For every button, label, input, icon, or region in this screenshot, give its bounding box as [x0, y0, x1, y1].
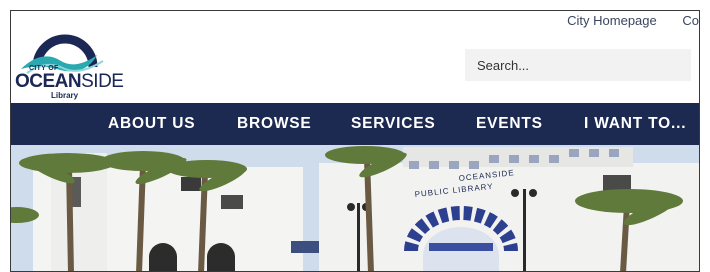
- city-homepage-link[interactable]: City Homepage: [567, 13, 657, 28]
- site-logo[interactable]: CITY OF OCEANSIDE Library: [13, 15, 133, 101]
- nav-i-want-to[interactable]: I WANT TO...: [584, 103, 686, 145]
- nav-services[interactable]: SERVICES: [351, 103, 436, 145]
- nav-events[interactable]: EVENTS: [476, 103, 543, 145]
- truncated-utility-link[interactable]: Co: [682, 13, 699, 28]
- main-nav: ABOUT US BROWSE SERVICES EVENTS I WANT T…: [11, 103, 699, 145]
- library-building-photo: OCEANSIDE PUBLIC LIBRARY: [11, 145, 699, 271]
- logo-library: Library: [51, 91, 79, 100]
- nav-about-us[interactable]: ABOUT US: [108, 103, 195, 145]
- search-input[interactable]: [465, 49, 691, 81]
- site-header: CITY OF OCEANSIDE Library City Homepage …: [11, 11, 699, 103]
- utility-links: City Homepage Co: [545, 13, 699, 28]
- nav-browse[interactable]: BROWSE: [237, 103, 312, 145]
- hero-image: OCEANSIDE PUBLIC LIBRARY: [11, 145, 699, 271]
- browser-viewport: CITY OF OCEANSIDE Library City Homepage …: [10, 10, 700, 272]
- logo-oceanside: OCEANSIDE: [15, 71, 124, 92]
